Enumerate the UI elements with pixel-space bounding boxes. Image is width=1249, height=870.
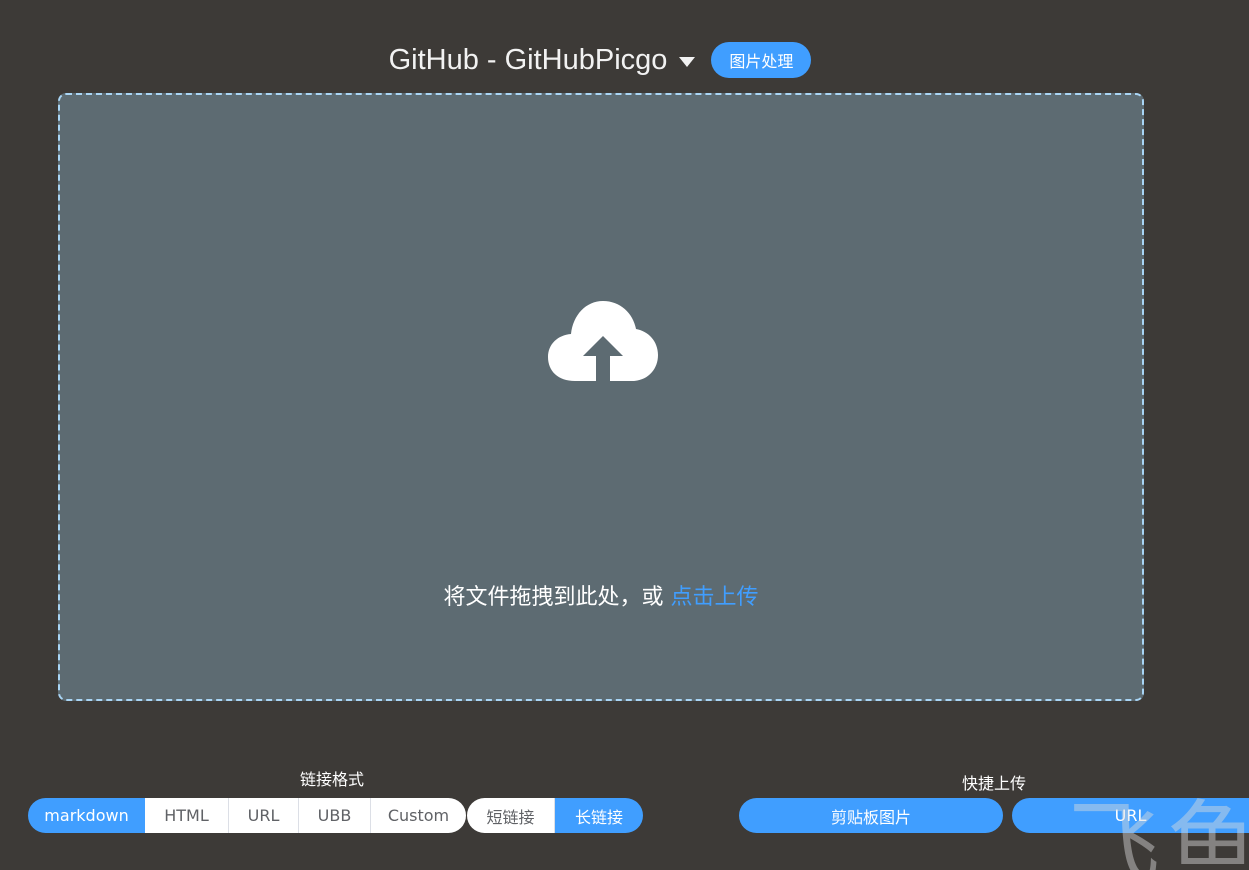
clipboard-upload-button[interactable]: 剪贴板图片 [739,798,1003,833]
format-option-markdown[interactable]: markdown [28,798,145,833]
drop-hint-text: 将文件拖拽到此处，或 [443,585,671,610]
url-upload-button[interactable]: URL [1012,798,1249,833]
format-option-ubb[interactable]: UBB [299,798,371,833]
storage-title: GitHub - GitHubPicgo [388,43,668,76]
drop-hint: 将文件拖拽到此处，或 点击上传 [60,579,1142,611]
format-option-html[interactable]: HTML [145,798,229,833]
link-format-label: 链接格式 [300,770,365,789]
link-format-group: markdown HTML URL UBB Custom [28,798,466,833]
header: GitHub - GitHubPicgo 图片处理 [0,40,1200,80]
quick-upload-label: 快捷上传 [962,774,1027,793]
long-link-option[interactable]: 长链接 [555,798,643,833]
upload-page: GitHub - GitHubPicgo 图片处理 将文件拖拽到此处，或 点击上… [0,0,1249,870]
short-link-option[interactable]: 短链接 [467,798,555,833]
caret-down-icon [679,57,696,67]
format-option-custom[interactable]: Custom [371,798,466,833]
image-process-button[interactable]: 图片处理 [711,42,812,78]
format-option-url[interactable]: URL [229,798,299,833]
storage-selector[interactable]: GitHub - GitHubPicgo [389,44,696,77]
upload-dropzone[interactable]: 将文件拖拽到此处，或 点击上传 [58,93,1144,701]
cloud-upload-icon [548,301,658,381]
link-length-group: 短链接 长链接 [467,798,643,833]
click-upload-link[interactable]: 点击上传 [670,585,758,610]
